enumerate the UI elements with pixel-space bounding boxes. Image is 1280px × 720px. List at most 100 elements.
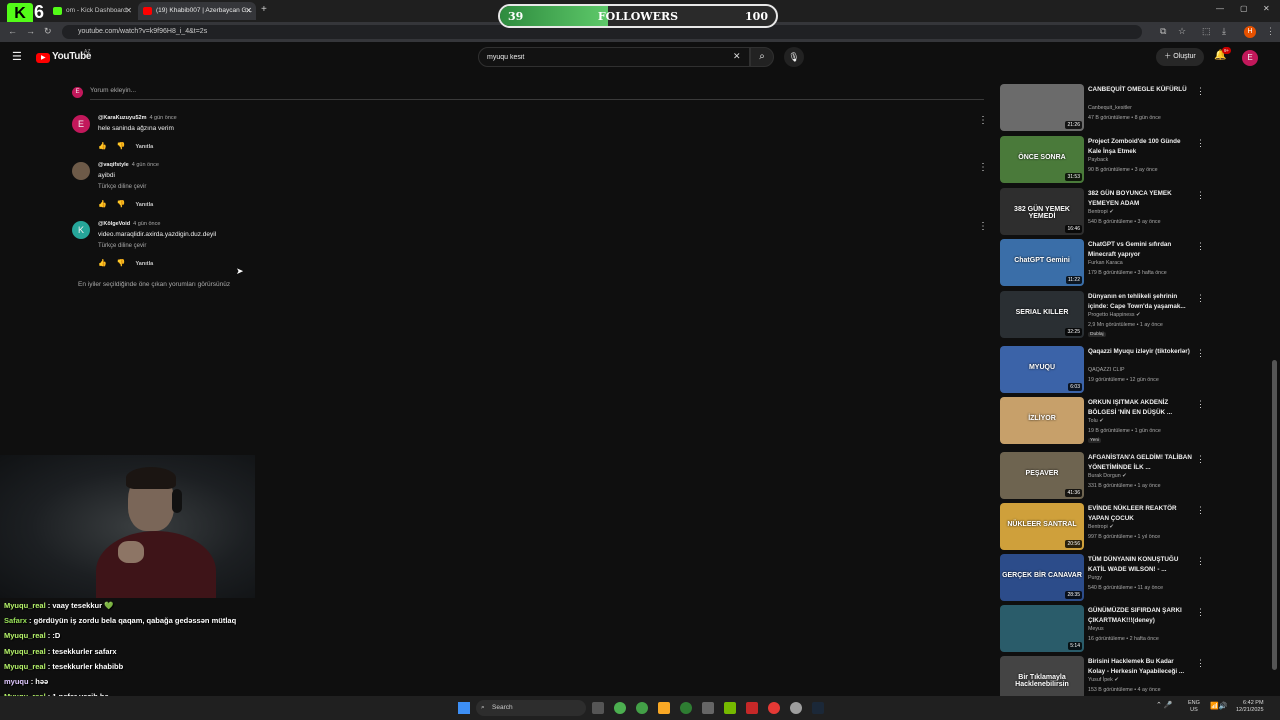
video-channel[interactable]: Yusuf İpek ✔ <box>1088 677 1119 683</box>
video-title[interactable]: ChatGPT vs Gemini sıfırdan Minecraft yap… <box>1088 240 1192 259</box>
video-thumbnail[interactable]: ÖNCE SONRA 31:53 <box>1000 136 1084 183</box>
related-video-item[interactable]: PEŞAVER 41:36 AFGANİSTAN'A GELDİM! TALİBAN… <box>1000 452 1205 500</box>
video-more-icon[interactable]: ⋮ <box>1196 505 1205 516</box>
video-channel[interactable]: Payback <box>1088 157 1108 163</box>
chrome-alt-icon[interactable] <box>636 702 648 714</box>
video-channel[interactable]: Purgy <box>1088 575 1102 581</box>
youtube-logo-icon[interactable]: ▶ <box>36 53 50 63</box>
related-video-item[interactable]: İZLİYOR ORKUN IŞITMAK AKDENİZ BÖLGESİ 'Nİ… <box>1000 397 1205 445</box>
video-thumbnail[interactable]: MYUQU 6:03 <box>1000 346 1084 393</box>
related-video-item[interactable]: SERIAL KILLER 32:25 Dünyanın en tehlikeli … <box>1000 291 1205 339</box>
video-more-icon[interactable]: ⋮ <box>1196 293 1205 304</box>
channel-name[interactable]: Canbequit_kesitler <box>1088 105 1132 111</box>
video-title[interactable]: Project Zomboid'de 100 Günde Kale İnşa E… <box>1088 137 1192 156</box>
related-video-item[interactable]: MYUQU 6:03 Qaqazzi Myuqu izləyir (tiktoker… <box>1000 346 1205 394</box>
video-channel[interactable]: Progetto Happiness ✔ <box>1088 312 1140 318</box>
commenter-avatar[interactable]: K <box>72 221 90 239</box>
create-button[interactable]: ＋ Oluştur <box>1156 48 1204 66</box>
video-more-icon[interactable]: ⋮ <box>1196 348 1205 359</box>
comment-more-icon[interactable]: ⋮ <box>978 162 988 173</box>
new-tab-icon[interactable]: + <box>261 4 267 15</box>
profile-icon[interactable]: H <box>1244 26 1256 38</box>
video-channel[interactable]: Meyus <box>1088 626 1104 632</box>
related-video-item[interactable]: 5:14 GÜNÜMÜZDE SIFIRDAN ŞARKI ÇIKARTMAK!!… <box>1000 605 1205 653</box>
related-video-item[interactable]: GERÇEK BİR CANAVAR 28:35 TÜM DÜNYANIN KONU… <box>1000 554 1205 602</box>
comment-more-icon[interactable]: ⋮ <box>978 115 988 126</box>
video-thumbnail[interactable]: ChatGPT Gemini 11:22 <box>1000 239 1084 286</box>
cast-icon[interactable]: ⧉ <box>1160 26 1166 37</box>
nvidia-icon[interactable] <box>724 702 736 714</box>
forward-icon[interactable]: → <box>26 26 35 36</box>
add-comment-input[interactable]: Yorum ekleyin... <box>90 86 984 100</box>
channel-name[interactable]: Bentropi <box>1088 209 1108 215</box>
video-thumbnail[interactable]: SERIAL KILLER 32:25 <box>1000 291 1084 338</box>
chrome-active-icon[interactable] <box>768 702 780 714</box>
download-icon[interactable]: ⤓ <box>1222 26 1226 37</box>
clear-search-icon[interactable]: ✕ <box>733 51 741 62</box>
commenter-avatar[interactable]: E <box>72 115 90 133</box>
dislike-icon[interactable]: 👎 <box>117 260 126 267</box>
video-channel[interactable]: QAQAZZI CLIP <box>1088 367 1125 373</box>
channel-name[interactable]: Purgy <box>1088 575 1102 581</box>
video-title[interactable]: AFGANİSTAN'A GELDİM! TALİBAN YÖNETİMİNDE… <box>1088 453 1192 472</box>
chat-username[interactable]: Myuqu_real <box>4 631 46 640</box>
video-channel[interactable]: Canbequit_kesitler <box>1088 105 1132 111</box>
back-icon[interactable]: ← <box>8 26 17 36</box>
video-more-icon[interactable]: ⋮ <box>1196 241 1205 252</box>
comment-author[interactable]: @KölgeVoid <box>98 221 130 227</box>
extensions-icon[interactable]: ⬚ <box>1202 26 1211 37</box>
channel-name[interactable]: Bentropi <box>1088 524 1108 530</box>
video-more-icon[interactable]: ⋮ <box>1196 607 1205 618</box>
account-avatar[interactable]: E <box>1242 50 1258 66</box>
video-more-icon[interactable]: ⋮ <box>1196 86 1205 97</box>
reply-button[interactable]: Yanıtla <box>135 202 153 208</box>
comment-more-icon[interactable]: ⋮ <box>978 221 988 232</box>
windows-start-icon[interactable] <box>458 702 470 714</box>
channel-name[interactable]: Progetto Happiness <box>1088 312 1135 318</box>
menu-dots-icon[interactable]: ⋮ <box>1266 26 1275 37</box>
video-channel[interactable]: Furkan Karaca <box>1088 260 1123 266</box>
related-video-item[interactable]: NÜKLEER SANTRAL 20:56 EVİNDE NÜKLEER REAKT… <box>1000 503 1205 551</box>
channel-name[interactable]: Burak Dorgun <box>1088 473 1121 479</box>
video-title[interactable]: Dünyanın en tehlikeli şehrinin içinde: C… <box>1088 292 1192 311</box>
channel-name[interactable]: Yusuf İpek <box>1088 677 1113 683</box>
video-thumbnail[interactable]: 21:26 <box>1000 84 1084 131</box>
video-title[interactable]: Birisini Hacklemek Bu Kadar Kolay - Herk… <box>1088 657 1192 676</box>
like-icon[interactable]: 👍 <box>98 143 107 150</box>
video-title[interactable]: CANBEQUİT OMEGLE KÜFÜRLÜ <box>1088 85 1192 95</box>
video-more-icon[interactable]: ⋮ <box>1196 190 1205 201</box>
video-thumbnail[interactable]: PEŞAVER 41:36 <box>1000 452 1084 499</box>
taskbar-search[interactable]: ⌕ Search <box>476 700 586 716</box>
related-video-item[interactable]: 382 GÜN YEMEK YEMEDİ 16:46 382 GÜN BOYUNCA… <box>1000 188 1205 236</box>
reply-button[interactable]: Yanıtla <box>135 144 153 150</box>
close-window-icon[interactable]: ✕ <box>1263 4 1270 13</box>
chat-username[interactable]: myuqu <box>4 677 29 686</box>
like-icon[interactable]: 👍 <box>98 260 107 267</box>
channel-name[interactable]: Meyus <box>1088 626 1104 632</box>
video-channel[interactable]: Burak Dorgun ✔ <box>1088 473 1127 479</box>
task-view-icon[interactable] <box>592 702 604 714</box>
reload-icon[interactable]: ↻ <box>44 26 52 37</box>
close-tab-icon[interactable]: ✕ <box>245 2 252 20</box>
voice-search-button[interactable]: 🎙 <box>784 47 804 67</box>
close-tab-icon[interactable]: ✕ <box>125 2 132 20</box>
clock[interactable]: 6:42 PM 12/21/2025 <box>1236 700 1264 714</box>
chrome-icon[interactable] <box>614 702 626 714</box>
dislike-icon[interactable]: 👎 <box>117 201 126 208</box>
page-scrollbar[interactable] <box>1272 360 1277 670</box>
video-more-icon[interactable]: ⋮ <box>1196 556 1205 567</box>
channel-name[interactable]: Tolu <box>1088 418 1098 424</box>
channel-name[interactable]: QAQAZZI CLIP <box>1088 367 1125 373</box>
chat-username[interactable]: Myuqu_real <box>4 662 46 671</box>
video-channel[interactable]: Tolu ✔ <box>1088 418 1104 424</box>
video-thumbnail[interactable]: İZLİYOR <box>1000 397 1084 444</box>
video-title[interactable]: TÜM DÜNYANIN KONUŞTUĞU KATİL WADE WILSON… <box>1088 555 1192 574</box>
video-more-icon[interactable]: ⋮ <box>1196 658 1205 669</box>
search-input[interactable] <box>487 48 727 66</box>
video-thumbnail[interactable]: GERÇEK BİR CANAVAR 28:35 <box>1000 554 1084 601</box>
comment-author[interactable]: @vaqifstyle <box>98 162 129 168</box>
system-tray[interactable]: ⌃ 🎤 <box>1156 701 1173 709</box>
channel-name[interactable]: Furkan Karaca <box>1088 260 1123 266</box>
video-title[interactable]: 382 GÜN BOYUNCA YEMEK YEMEYEN ADAM <box>1088 189 1192 208</box>
chat-username[interactable]: Myuqu_real <box>4 601 46 610</box>
